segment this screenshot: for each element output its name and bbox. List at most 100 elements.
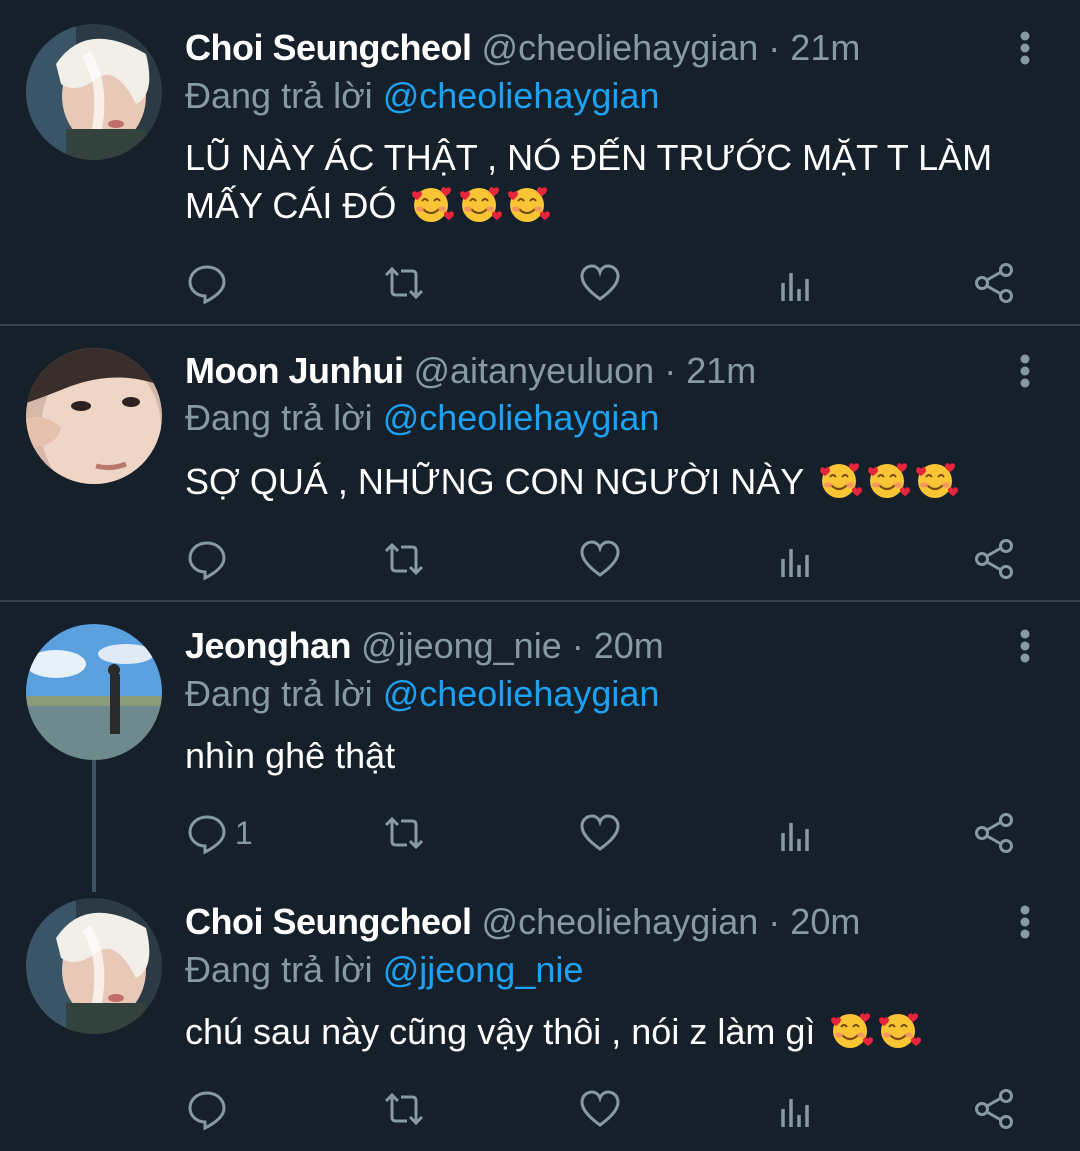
smiling-face-with-hearts-emoji <box>827 1010 873 1050</box>
share-icon <box>975 813 1013 853</box>
replying-to: Đang trả lời @cheoliehaygian <box>185 72 659 120</box>
replying-to-label: Đang trả lời <box>185 949 373 990</box>
separator: · <box>768 901 781 942</box>
tweet-actions <box>0 1084 1080 1134</box>
analytics-icon <box>781 549 809 577</box>
analytics-icon <box>781 823 809 851</box>
tweet-2[interactable]: Moon Junhui @aitanyeuluon · 21m Đang trả… <box>0 326 1080 600</box>
analytics-icon <box>781 1099 809 1127</box>
more-vertical-icon[interactable] <box>1010 898 1040 946</box>
like-button[interactable] <box>578 1084 622 1134</box>
separator: · <box>571 625 584 666</box>
tweet-header: Choi Seungcheol @cheoliehaygian · 20m <box>185 898 860 946</box>
analytics-button[interactable] <box>775 258 819 308</box>
retweet-button[interactable] <box>382 258 426 308</box>
retweet-icon <box>384 542 424 576</box>
separator: · <box>664 350 677 391</box>
smiling-face-with-hearts-emoji <box>816 460 862 500</box>
replying-to: Đang trả lời @jjeong_nie <box>185 946 583 994</box>
retweet-button[interactable] <box>382 1084 426 1134</box>
mention-link[interactable]: @cheoliehaygian <box>383 397 660 438</box>
analytics-icon <box>781 273 809 301</box>
share-icon <box>975 539 1013 579</box>
retweet-button[interactable] <box>382 534 426 584</box>
tweet-text: SỢ QUÁ , NHỮNG CON NGƯỜI NÀY <box>185 458 1045 506</box>
timestamp[interactable]: 21m <box>686 350 756 391</box>
analytics-button[interactable] <box>775 808 819 858</box>
heart-icon <box>580 1090 620 1127</box>
replying-to: Đang trả lời @cheoliehaygian <box>185 670 659 718</box>
timestamp[interactable]: 20m <box>594 625 664 666</box>
share-button[interactable] <box>972 1084 1016 1134</box>
reply-button[interactable] <box>185 258 235 308</box>
tweet-text: LŨ NÀY ÁC THẬT , NÓ ĐẾN TRƯỚC MẶT T LÀM … <box>185 134 1045 230</box>
reply-button[interactable] <box>185 534 235 584</box>
analytics-button[interactable] <box>775 1084 819 1134</box>
tweet-header: Choi Seungcheol @cheoliehaygian · 21m <box>185 24 860 72</box>
tweet-actions <box>0 534 1080 584</box>
analytics-button[interactable] <box>775 534 819 584</box>
replying-to-label: Đang trả lời <box>185 397 373 438</box>
user-handle[interactable]: @cheoliehaygian <box>482 901 759 942</box>
share-button[interactable] <box>972 534 1016 584</box>
user-handle[interactable]: @jjeong_nie <box>361 625 562 666</box>
reply-icon <box>188 1091 226 1131</box>
tweet-4[interactable]: Choi Seungcheol @cheoliehaygian · 20m Đa… <box>0 876 1080 1151</box>
mention-link[interactable]: @cheoliehaygian <box>383 673 660 714</box>
tweet-text-line: MẤY CÁI ĐÓ <box>185 185 397 226</box>
display-name[interactable]: Choi Seungcheol <box>185 901 472 942</box>
user-handle[interactable]: @cheoliehaygian <box>482 27 759 68</box>
heart-icon <box>580 814 620 851</box>
tweet-actions <box>0 258 1080 308</box>
smiling-face-with-hearts-emoji <box>912 460 958 500</box>
tweet-text: chú sau này cũng vậy thôi , nói z làm gì <box>185 1008 1045 1056</box>
share-icon <box>975 1089 1013 1129</box>
heart-icon <box>580 264 620 301</box>
timestamp[interactable]: 20m <box>790 901 860 942</box>
retweet-icon <box>384 1092 424 1126</box>
reply-button[interactable] <box>185 1084 235 1134</box>
replying-to-label: Đang trả lời <box>185 673 373 714</box>
smiling-face-with-hearts-emoji <box>875 1010 921 1050</box>
separator: · <box>768 27 781 68</box>
more-vertical-icon[interactable] <box>1010 24 1040 72</box>
like-button[interactable] <box>578 258 622 308</box>
timestamp[interactable]: 21m <box>790 27 860 68</box>
like-button[interactable] <box>578 534 622 584</box>
display-name[interactable]: Moon Junhui <box>185 350 404 391</box>
reply-button[interactable]: 1 <box>185 808 253 858</box>
tweet-text-line: SỢ QUÁ , NHỮNG CON NGƯỜI NÀY <box>185 461 804 502</box>
share-icon <box>975 263 1013 303</box>
display-name[interactable]: Choi Seungcheol <box>185 27 472 68</box>
retweet-button[interactable] <box>382 808 426 858</box>
avatar[interactable] <box>26 898 162 1034</box>
reply-icon <box>188 815 226 855</box>
heart-icon <box>580 540 620 577</box>
tweet-text-line: chú sau này cũng vậy thôi , nói z làm gì <box>185 1011 816 1052</box>
tweet-3[interactable]: Jeonghan @jjeong_nie · 20m Đang trả lời … <box>0 602 1080 874</box>
tweet-header: Moon Junhui @aitanyeuluon · 21m <box>185 347 756 395</box>
tweet-1[interactable]: Choi Seungcheol @cheoliehaygian · 21m Đa… <box>0 0 1080 325</box>
share-button[interactable] <box>972 808 1016 858</box>
tweet-header: Jeonghan @jjeong_nie · 20m <box>185 622 664 670</box>
avatar[interactable] <box>26 348 162 484</box>
more-vertical-icon[interactable] <box>1010 347 1040 395</box>
smiling-face-with-hearts-emoji <box>408 184 454 224</box>
replying-to-label: Đang trả lời <box>185 75 373 116</box>
mention-link[interactable]: @cheoliehaygian <box>383 75 660 116</box>
share-button[interactable] <box>972 258 1016 308</box>
tweet-text-line: nhìn ghê thật <box>185 735 396 776</box>
like-button[interactable] <box>578 808 622 858</box>
reply-icon <box>188 265 226 305</box>
replying-to: Đang trả lời @cheoliehaygian <box>185 394 659 442</box>
reply-count: 1 <box>235 814 253 851</box>
reply-icon <box>188 541 226 581</box>
avatar[interactable] <box>26 624 162 760</box>
more-vertical-icon[interactable] <box>1010 622 1040 670</box>
tweet-actions: 1 <box>0 808 1080 858</box>
user-handle[interactable]: @aitanyeuluon <box>413 350 654 391</box>
mention-link[interactable]: @jjeong_nie <box>383 949 584 990</box>
display-name[interactable]: Jeonghan <box>185 625 352 666</box>
avatar[interactable] <box>26 24 162 160</box>
tweet-text-line: LŨ NÀY ÁC THẬT , NÓ ĐẾN TRƯỚC MẶT T LÀM <box>185 137 993 178</box>
